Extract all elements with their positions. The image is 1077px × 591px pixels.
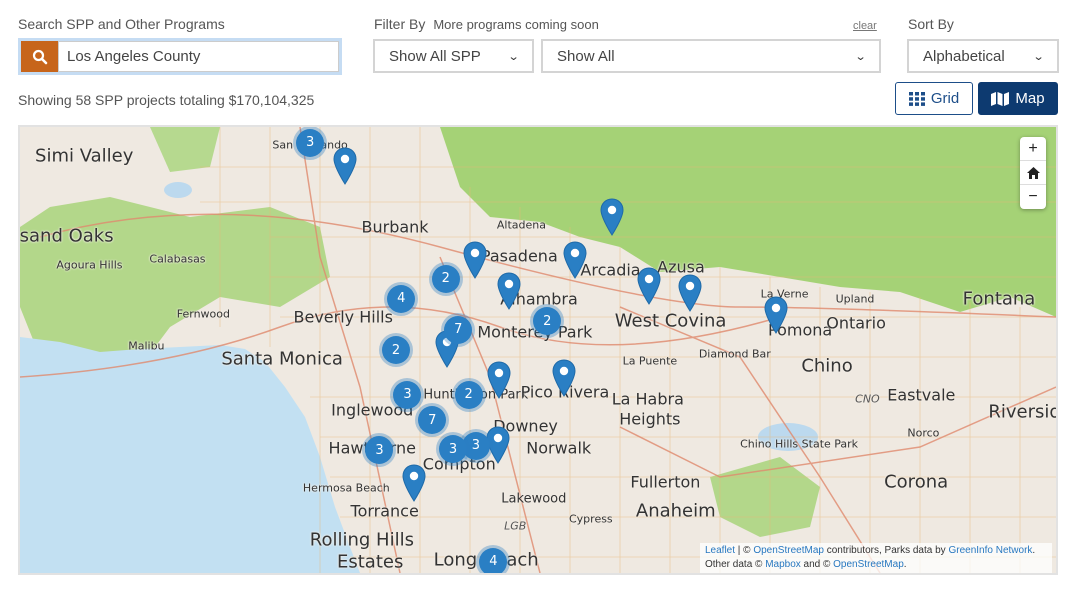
- map-pin-icon: [497, 272, 521, 310]
- chevron-down-icon: ⌄: [1032, 50, 1045, 63]
- program-select-value: Show All SPP: [389, 47, 481, 65]
- map-basemap: [20, 127, 1056, 573]
- chevron-down-icon: ⌄: [854, 50, 867, 63]
- chevron-down-icon: ⌄: [507, 50, 520, 63]
- grid-view-label: Grid: [930, 90, 960, 107]
- grid-icon: [908, 91, 925, 106]
- map-view-button[interactable]: Map: [978, 82, 1058, 115]
- cluster-marker[interactable]: 3: [365, 436, 394, 465]
- projects-map[interactable]: Simi ValleySan Fernandosand OaksAgoura H…: [18, 125, 1058, 575]
- search-input[interactable]: [58, 41, 339, 72]
- cluster-marker[interactable]: 4: [479, 547, 508, 573]
- search-button[interactable]: [21, 41, 58, 72]
- search-label: Search SPP and Other Programs: [18, 16, 225, 32]
- attribution-text: and ©: [800, 559, 834, 570]
- attribution-text: .: [1032, 545, 1036, 556]
- grid-view-button[interactable]: Grid: [895, 82, 973, 115]
- cluster-marker[interactable]: 7: [418, 406, 447, 435]
- cluster-marker[interactable]: 3: [393, 380, 422, 409]
- map-pin-marker[interactable]: [463, 241, 487, 279]
- map-pin-marker[interactable]: [333, 147, 357, 185]
- sort-label: Sort By: [908, 16, 954, 32]
- map-pin-marker[interactable]: [402, 464, 426, 502]
- map-zoom-control: + −: [1020, 137, 1046, 209]
- map-icon: [991, 91, 1010, 106]
- category-select-value: Show All: [557, 47, 615, 65]
- leaflet-link[interactable]: Leaflet: [705, 545, 735, 556]
- zoom-in-button[interactable]: +: [1020, 137, 1046, 161]
- map-pin-icon: [600, 198, 624, 237]
- filter-subtitle: More programs coming soon: [433, 17, 599, 32]
- cluster-marker[interactable]: 3: [439, 435, 468, 464]
- map-pin-icon: [487, 361, 511, 399]
- map-pin-marker[interactable]: [764, 296, 788, 335]
- cluster-marker[interactable]: 2: [382, 336, 411, 364]
- search-box: [18, 38, 342, 75]
- map-pin-icon: [678, 274, 702, 312]
- osm-link[interactable]: OpenStreetMap: [833, 559, 904, 570]
- search-icon: [32, 49, 47, 64]
- map-attribution: Leaflet | © OpenStreetMap contributors, …: [700, 543, 1052, 573]
- results-summary: Showing 58 SPP projects totaling $170,10…: [18, 92, 315, 108]
- zoom-out-button[interactable]: −: [1020, 185, 1046, 209]
- sort-select[interactable]: Alphabetical ⌄: [907, 39, 1059, 73]
- cluster-marker[interactable]: 2: [454, 380, 483, 409]
- map-pin-marker[interactable]: [552, 359, 576, 397]
- attribution-text: | ©: [735, 545, 754, 556]
- map-pin-icon: [637, 267, 661, 306]
- map-pin-marker[interactable]: [637, 267, 661, 306]
- filter-title: Filter By: [374, 16, 426, 32]
- home-button[interactable]: [1020, 161, 1046, 185]
- map-pin-marker[interactable]: [563, 241, 587, 279]
- cluster-marker[interactable]: 7: [444, 315, 473, 344]
- map-pin-icon: [333, 147, 357, 185]
- map-pin-marker[interactable]: [487, 361, 511, 399]
- clear-filters-link[interactable]: clear: [853, 20, 877, 32]
- map-pin-icon: [463, 241, 487, 279]
- map-pin-icon: [402, 464, 426, 502]
- category-select[interactable]: Show All ⌄: [541, 39, 881, 73]
- map-pin-icon: [552, 359, 576, 397]
- map-pin-icon: [764, 296, 788, 335]
- program-select[interactable]: Show All SPP ⌄: [373, 39, 534, 73]
- mapbox-link[interactable]: Mapbox: [765, 559, 801, 570]
- map-pin-marker[interactable]: [497, 272, 521, 310]
- greeninfo-link[interactable]: GreenInfo Network: [948, 545, 1032, 556]
- attribution-text: .: [903, 559, 907, 570]
- map-pin-marker[interactable]: [678, 274, 702, 312]
- filter-label: Filter By More programs coming soon: [374, 16, 599, 32]
- cluster-marker[interactable]: 2: [533, 307, 562, 335]
- attribution-text: Other data ©: [705, 559, 766, 570]
- attribution-text: contributors, Parks data by: [823, 545, 949, 556]
- osm-link[interactable]: OpenStreetMap: [753, 545, 824, 556]
- cluster-marker[interactable]: 2: [431, 264, 460, 293]
- sort-select-value: Alphabetical: [923, 47, 1005, 65]
- cluster-marker[interactable]: 3: [296, 128, 325, 157]
- map-pin-marker[interactable]: [600, 198, 624, 237]
- home-icon: [1026, 166, 1040, 179]
- map-view-label: Map: [1015, 90, 1045, 107]
- cluster-marker[interactable]: 4: [387, 284, 416, 313]
- map-pin-icon: [563, 241, 587, 279]
